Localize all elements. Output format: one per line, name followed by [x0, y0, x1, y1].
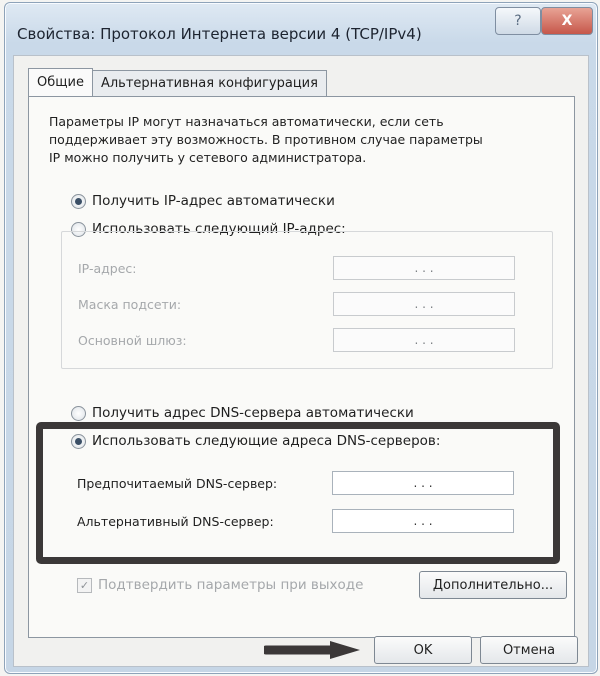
- ok-button[interactable]: OK: [374, 636, 472, 664]
- ip-fields-group: IP-адрес: . . . Маска подсети: . . . Осн…: [61, 231, 553, 369]
- alternate-dns-row: Альтернативный DNS-сервер: . . .: [77, 509, 537, 533]
- validate-checkbox-row[interactable]: ✓ Подтвердить параметры при выходе: [77, 577, 363, 593]
- help-icon: ?: [514, 13, 522, 29]
- subnet-mask-row: Маска подсети: . . .: [78, 292, 538, 316]
- preferred-dns-label: Предпочитаемый DNS-сервер:: [77, 476, 278, 491]
- general-tab-panel: Параметры IP могут назначаться автоматич…: [28, 96, 575, 638]
- close-icon: X: [561, 13, 573, 29]
- gateway-input: . . .: [333, 328, 515, 352]
- ip-auto-label: Получить IP-адрес автоматически: [92, 193, 335, 209]
- dns-manual-label: Использовать следующие адреса DNS-сервер…: [92, 433, 441, 449]
- validate-label: Подтвердить параметры при выходе: [98, 577, 364, 593]
- tab-alternate-config[interactable]: Альтернативная конфигурация: [91, 70, 327, 96]
- preferred-dns-row: Предпочитаемый DNS-сервер: . . .: [77, 471, 537, 495]
- dialog-window: Свойства: Протокол Интернета версии 4 (T…: [4, 2, 598, 674]
- validate-checkbox[interactable]: ✓: [77, 577, 92, 593]
- help-button[interactable]: ?: [495, 7, 541, 35]
- dns-auto-radio-row[interactable]: Получить адрес DNS-сервера автоматически: [71, 405, 414, 421]
- dns-manual-radio-row[interactable]: Использовать следующие адреса DNS-сервер…: [71, 433, 440, 449]
- alternate-dns-label: Альтернативный DNS-сервер:: [77, 514, 274, 529]
- cancel-button[interactable]: Отмена: [480, 636, 578, 664]
- intro-text: Параметры IP могут назначаться автоматич…: [49, 114, 483, 165]
- ip-address-label: IP-адрес:: [78, 261, 137, 276]
- close-button[interactable]: X: [541, 7, 593, 35]
- arrow-right-icon: [264, 641, 360, 659]
- ip-auto-radio-row[interactable]: Получить IP-адрес автоматически: [71, 193, 335, 209]
- preferred-dns-input[interactable]: . . .: [332, 471, 514, 495]
- ip-auto-radio[interactable]: [71, 193, 86, 209]
- dns-manual-radio[interactable]: [71, 433, 86, 449]
- advanced-button[interactable]: Дополнительно...: [419, 571, 567, 599]
- subnet-mask-input: . . .: [333, 292, 515, 316]
- tab-strip: Общие Альтернативная конфигурация: [28, 68, 327, 96]
- dns-auto-label: Получить адрес DNS-сервера автоматически: [92, 405, 414, 421]
- dns-auto-radio[interactable]: [71, 405, 86, 421]
- title-bar[interactable]: Свойства: Протокол Интернета версии 4 (T…: [5, 3, 597, 55]
- gateway-row: Основной шлюз: . . .: [78, 328, 538, 352]
- alternate-dns-input[interactable]: . . .: [332, 509, 514, 533]
- tab-general[interactable]: Общие: [28, 68, 93, 96]
- dialog-body: Общие Альтернативная конфигурация Параме…: [13, 55, 589, 667]
- gateway-label: Основной шлюз:: [78, 333, 187, 348]
- subnet-mask-label: Маска подсети:: [78, 297, 182, 312]
- ip-address-input: . . .: [333, 256, 515, 280]
- ip-address-row: IP-адрес: . . .: [78, 256, 538, 280]
- window-title: Свойства: Протокол Интернета версии 4 (T…: [17, 25, 422, 43]
